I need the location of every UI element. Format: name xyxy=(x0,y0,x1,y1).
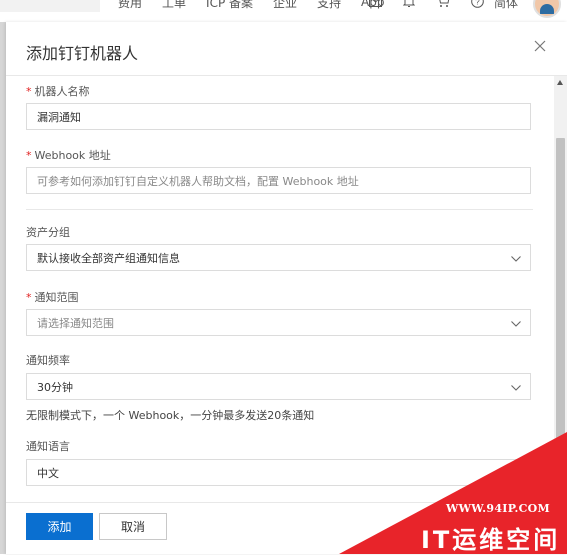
nav-item-icp[interactable]: ICP 备案 xyxy=(206,0,253,11)
top-nav-bar: 费用 工单 ICP 备案 企业 支持 App ? 简体 xyxy=(0,0,567,23)
webhook-input[interactable]: 可参考如何添加钉钉自定义机器人帮助文档，配置 Webhook 地址 xyxy=(26,167,531,194)
dialog-title: 添加钉钉机器人 xyxy=(26,44,139,63)
dialog-form: * 机器人名称 漏洞通知 * Webhook 地址 可参考如何添加钉钉自定义机器人帮… xyxy=(6,76,553,501)
notify-lang-label: 通知语言 xyxy=(26,438,70,454)
notify-lang-input[interactable]: 中文 xyxy=(26,459,531,486)
asset-group-value: 默认接收全部资产组通知信息 xyxy=(37,251,180,265)
footer-divider xyxy=(6,502,553,503)
notify-freq-select[interactable]: 30分钟 xyxy=(26,373,531,400)
required-mark: * xyxy=(26,149,32,162)
language-switch[interactable]: 简体 xyxy=(494,0,518,11)
add-dingtalk-robot-dialog: 添加钉钉机器人 * 机器人名称 漏洞通知 * Webhook 地址 可参考如何添加钉… xyxy=(6,22,567,554)
notify-scope-select[interactable]: 请选择通知范围 xyxy=(26,309,531,336)
robot-name-label-text: 机器人名称 xyxy=(34,85,90,98)
chevron-down-icon xyxy=(511,318,521,327)
chevron-down-icon xyxy=(511,382,521,391)
notify-scope-label: * 通知范围 xyxy=(26,289,79,305)
nav-item-tickets[interactable]: 工单 xyxy=(162,0,186,11)
scroll-up-arrow-icon[interactable] xyxy=(557,80,563,85)
scrollbar[interactable] xyxy=(554,76,567,554)
chevron-down-icon xyxy=(511,253,521,262)
section-divider xyxy=(26,209,533,210)
robot-name-value: 漏洞通知 xyxy=(37,110,81,124)
cart-icon[interactable] xyxy=(436,0,450,8)
notify-freq-hint: 无限制模式下，一个 Webhook，一分钟最多发送20条通知 xyxy=(26,409,315,422)
webhook-placeholder: 可参考如何添加钉钉自定义机器人帮助文档，配置 Webhook 地址 xyxy=(37,174,359,188)
svg-text:?: ? xyxy=(475,0,480,6)
asset-group-label: 资产分组 xyxy=(26,224,70,240)
notify-scope-label-text: 通知范围 xyxy=(34,291,79,304)
notify-freq-label: 通知频率 xyxy=(26,352,70,368)
notify-lang-value: 中文 xyxy=(37,466,59,480)
add-button[interactable]: 添加 xyxy=(26,513,93,540)
top-icons: ? xyxy=(368,0,504,8)
nav-item-billing[interactable]: 费用 xyxy=(118,0,142,11)
nav-item-support[interactable]: 支持 xyxy=(317,0,341,11)
close-icon[interactable] xyxy=(533,38,547,52)
asset-group-label-text: 资产分组 xyxy=(26,226,70,239)
webhook-label-text: Webhook 地址 xyxy=(34,149,111,162)
logo-area xyxy=(0,0,100,12)
scrollbar-thumb[interactable] xyxy=(556,138,565,510)
notify-scope-placeholder: 请选择通知范围 xyxy=(37,316,114,330)
asset-group-select[interactable]: 默认接收全部资产组通知信息 xyxy=(26,244,531,271)
robot-name-label: * 机器人名称 xyxy=(26,83,90,99)
required-mark: * xyxy=(26,85,32,98)
user-avatar[interactable] xyxy=(533,0,561,18)
robot-name-input[interactable]: 漏洞通知 xyxy=(26,103,531,130)
top-nav-menu: 费用 工单 ICP 备案 企业 支持 App xyxy=(118,0,405,10)
help-icon[interactable]: ? xyxy=(470,0,484,8)
notify-freq-value: 30分钟 xyxy=(37,380,73,394)
required-mark: * xyxy=(26,291,32,304)
mail-icon[interactable] xyxy=(368,0,382,8)
webhook-label: * Webhook 地址 xyxy=(26,147,111,163)
bell-icon[interactable] xyxy=(402,0,416,8)
notify-freq-label-text: 通知频率 xyxy=(26,354,70,367)
notify-lang-label-text: 通知语言 xyxy=(26,440,70,453)
cancel-button[interactable]: 取消 xyxy=(99,513,167,540)
nav-item-enterprise[interactable]: 企业 xyxy=(273,0,297,11)
